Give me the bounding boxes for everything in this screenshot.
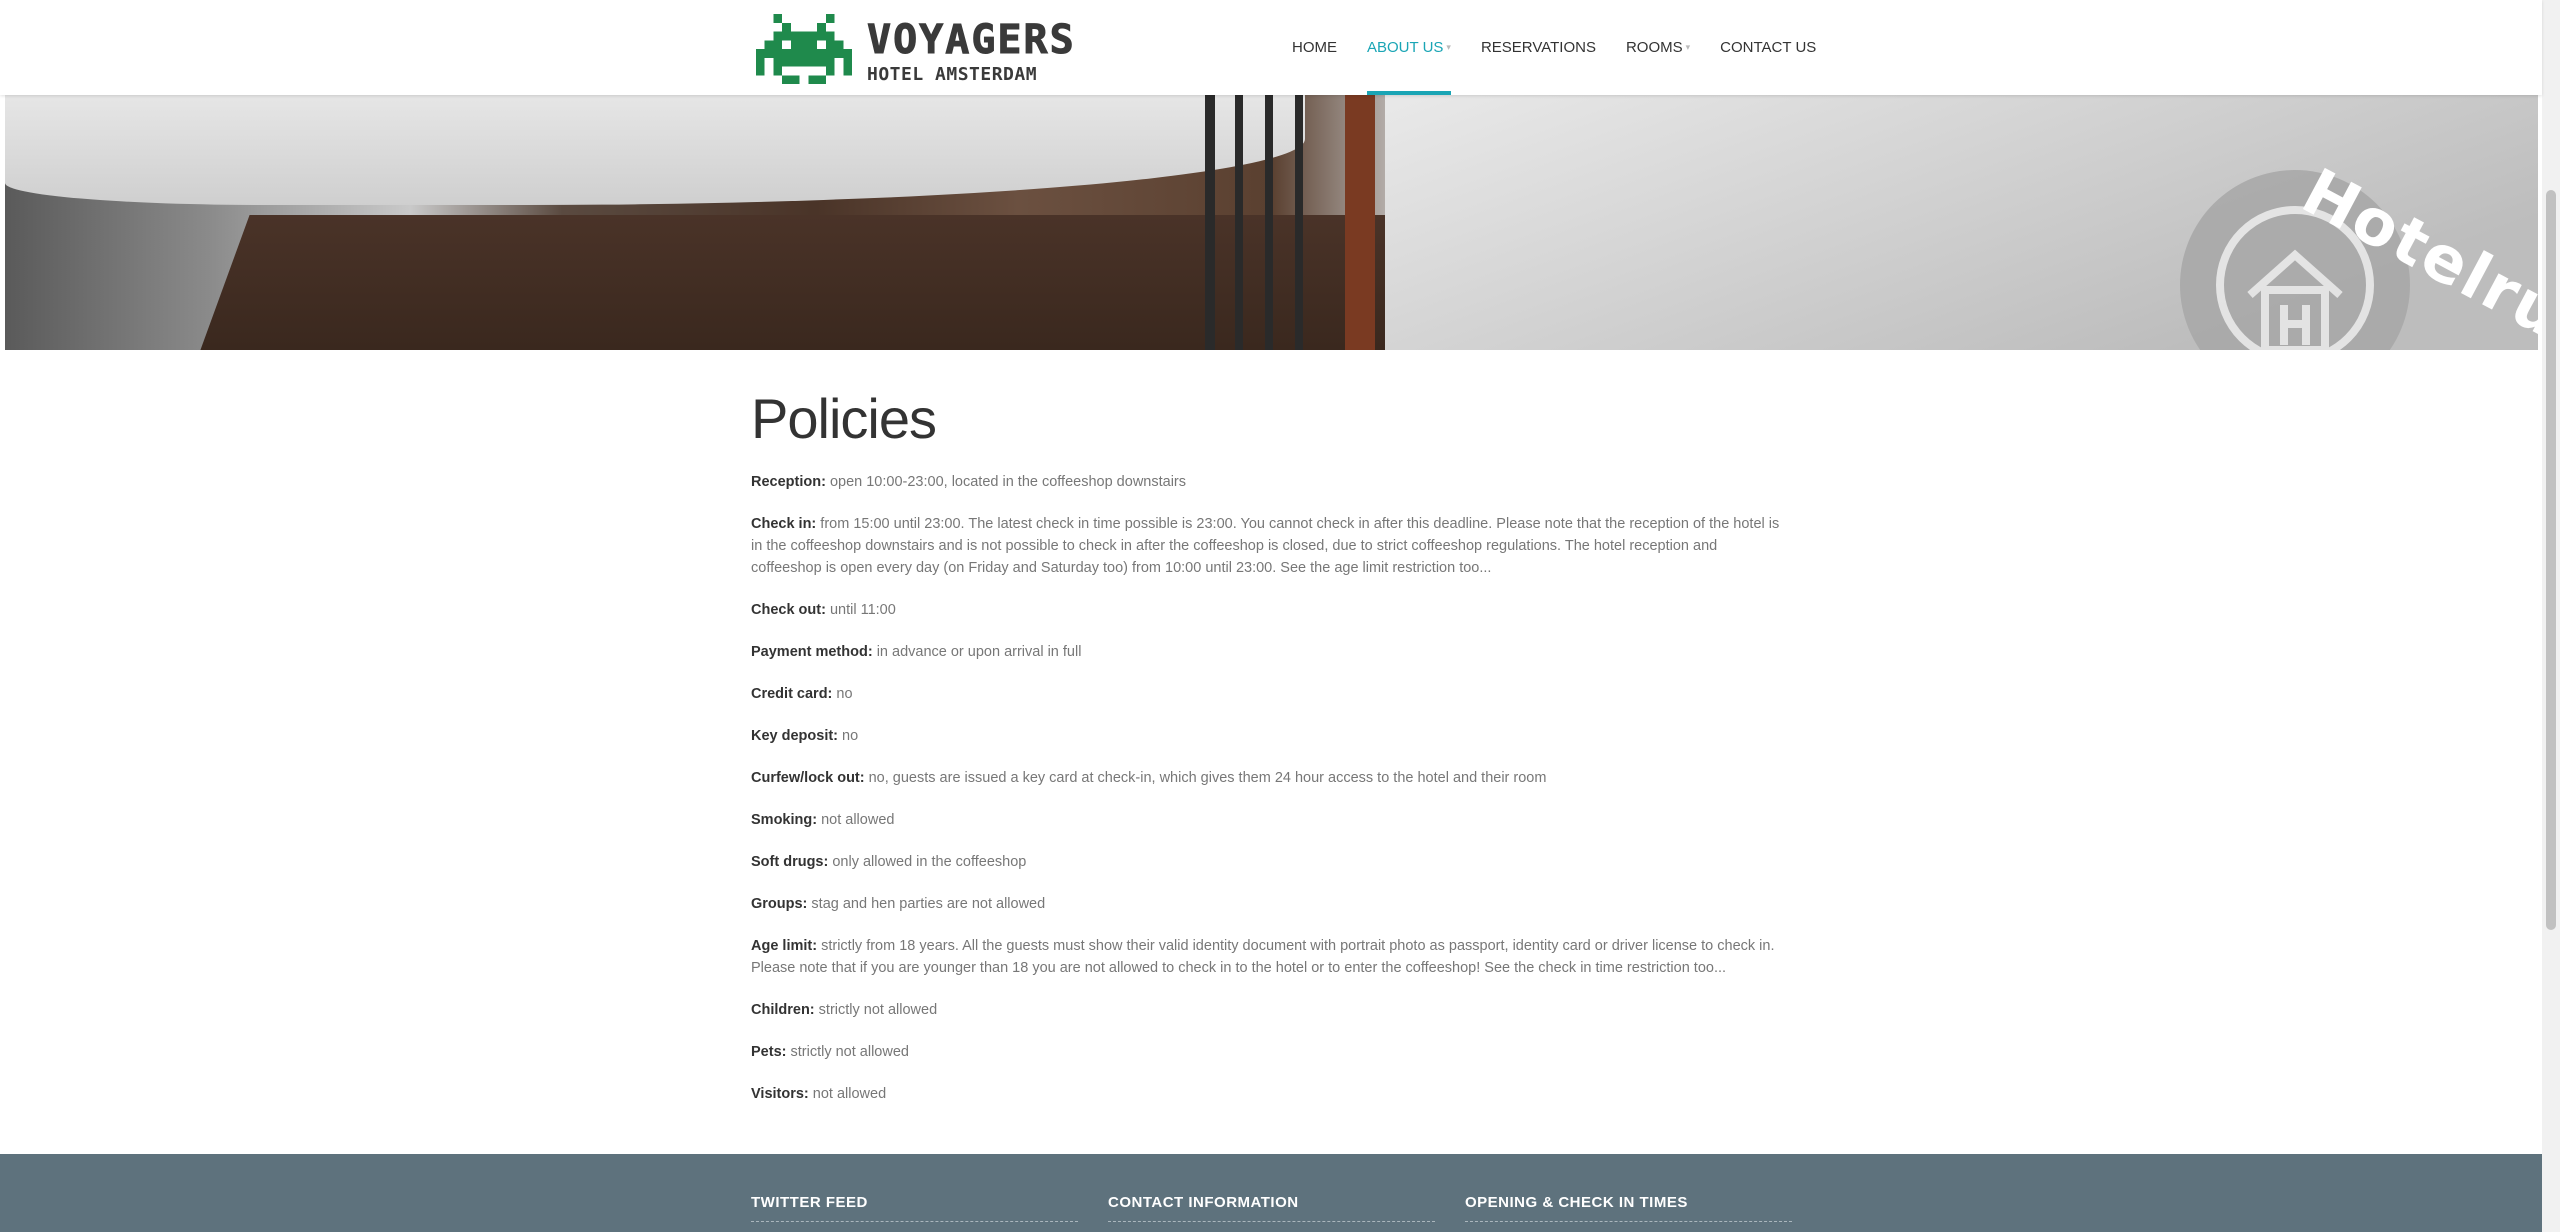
policy-curfew: Curfew/lock out: no, guests are issued a… — [751, 767, 1791, 789]
policy-text: no, guests are issued a key card at chec… — [864, 770, 1547, 786]
policy-credit-card: Credit card: no — [751, 683, 1791, 705]
policy-label: Payment method: — [751, 644, 873, 660]
policy-label: Credit card: — [751, 686, 833, 702]
nav-rooms[interactable]: ROOMS ▾ — [1626, 0, 1690, 95]
policy-text: strictly not allowed — [786, 1044, 909, 1060]
policy-payment-method: Payment method: in advance or upon arriv… — [751, 641, 1791, 663]
site-footer: TWITTER FEED CONTACT INFORMATION OPENING… — [0, 1154, 2542, 1232]
policy-label: Age limit: — [751, 938, 818, 954]
policy-label: Soft drugs: — [751, 854, 829, 870]
logo-subtitle: HOTEL AMSTERDAM — [867, 64, 1038, 85]
policies-list: Reception: open 10:00-23:00, located in … — [751, 471, 1791, 1105]
policy-text: stag and hen parties are not allowed — [807, 896, 1046, 912]
site-logo[interactable]: VOYAGERS HOTEL AMSTERDAM — [755, 14, 1074, 85]
policy-label: Key deposit: — [751, 728, 839, 744]
hero-banner-image: Hotelrun — [5, 95, 2538, 350]
nav-reservations[interactable]: RESERVATIONS — [1481, 0, 1596, 95]
policy-age-limit: Age limit: strictly from 18 years. All t… — [751, 935, 1791, 979]
nav-about-us-label: ABOUT US — [1367, 39, 1444, 56]
nav-rooms-label: ROOMS — [1625, 39, 1683, 56]
policy-children: Children: strictly not allowed — [751, 999, 1791, 1021]
footer-twitter-feed: TWITTER FEED — [751, 1194, 1078, 1222]
policy-soft-drugs: Soft drugs: only allowed in the coffeesh… — [751, 851, 1791, 873]
footer-heading-twitter: TWITTER FEED — [751, 1194, 1078, 1222]
policy-text: in advance or upon arrival in full — [872, 644, 1082, 660]
policy-text: no — [838, 728, 859, 744]
policy-visitors: Visitors: not allowed — [751, 1083, 1791, 1105]
main-nav: HOME ABOUT US ▾ RESERVATIONS ROOMS ▾ CONTA… — [1292, 0, 1846, 95]
policy-text: not allowed — [817, 812, 895, 828]
banner-wall — [5, 95, 1305, 205]
policy-label: Pets: — [751, 1044, 787, 1060]
footer-opening-times: OPENING & CHECK IN TIMES — [1465, 1194, 1792, 1222]
policy-label: Curfew/lock out: — [751, 770, 865, 786]
policy-label: Groups: — [751, 896, 808, 912]
policy-label: Children: — [751, 1002, 815, 1018]
page-scrollbar[interactable] — [2542, 0, 2560, 1232]
policy-text: only allowed in the coffeeshop — [828, 854, 1027, 870]
footer-heading-contact: CONTACT INFORMATION — [1108, 1194, 1435, 1222]
policy-label: Reception: — [751, 474, 826, 490]
site-header: VOYAGERS HOTEL AMSTERDAM HOME ABOUT US ▾ … — [0, 0, 2542, 95]
policy-key-deposit: Key deposit: no — [751, 725, 1791, 747]
scrollbar-thumb[interactable] — [2546, 190, 2556, 930]
chevron-down-icon: ▾ — [1685, 42, 1691, 52]
main-content: Policies Reception: open 10:00-23:00, lo… — [751, 385, 1791, 1125]
chevron-down-icon: ▾ — [1446, 42, 1451, 52]
footer-heading-opening: OPENING & CHECK IN TIMES — [1465, 1194, 1792, 1222]
nav-contact-us[interactable]: CONTACT US — [1720, 0, 1816, 95]
logo-title: VOYAGERS — [867, 17, 1076, 63]
policy-pets: Pets: strictly not allowed — [751, 1041, 1791, 1063]
nav-reservations-label: RESERVATIONS — [1480, 39, 1596, 56]
policy-text: from 15:00 until 23:00. The latest check… — [751, 516, 1780, 576]
policy-text: until 11:00 — [825, 602, 896, 618]
policy-text: open 10:00-23:00, located in the coffees… — [825, 474, 1186, 490]
policy-label: Visitors: — [751, 1086, 809, 1102]
nav-about-us[interactable]: ABOUT US ▾ — [1367, 0, 1451, 95]
nav-home[interactable]: HOME — [1292, 0, 1337, 95]
policy-check-out: Check out: until 11:00 — [751, 599, 1791, 621]
footer-contact-info: CONTACT INFORMATION — [1108, 1194, 1435, 1222]
policy-check-in: Check in: from 15:00 until 23:00. The la… — [751, 513, 1791, 579]
nav-contact-us-label: CONTACT US — [1720, 39, 1817, 56]
policy-groups: Groups: stag and hen parties are not all… — [751, 893, 1791, 915]
policy-text: not allowed — [808, 1086, 887, 1102]
policy-label: Check in: — [751, 516, 817, 532]
policy-text: strictly not allowed — [814, 1002, 938, 1018]
policy-text: strictly from 18 years. All the guests m… — [751, 938, 1775, 976]
policy-smoking: Smoking: not allowed — [751, 809, 1791, 831]
page-title: Policies — [751, 387, 937, 450]
space-invader-icon — [755, 14, 853, 84]
nav-home-label: HOME — [1292, 39, 1337, 56]
banner-railing — [1205, 95, 1375, 350]
policy-reception: Reception: open 10:00-23:00, located in … — [751, 471, 1791, 493]
policy-label: Check out: — [751, 602, 826, 618]
policy-label: Smoking: — [751, 812, 818, 828]
policy-text: no — [832, 686, 853, 702]
